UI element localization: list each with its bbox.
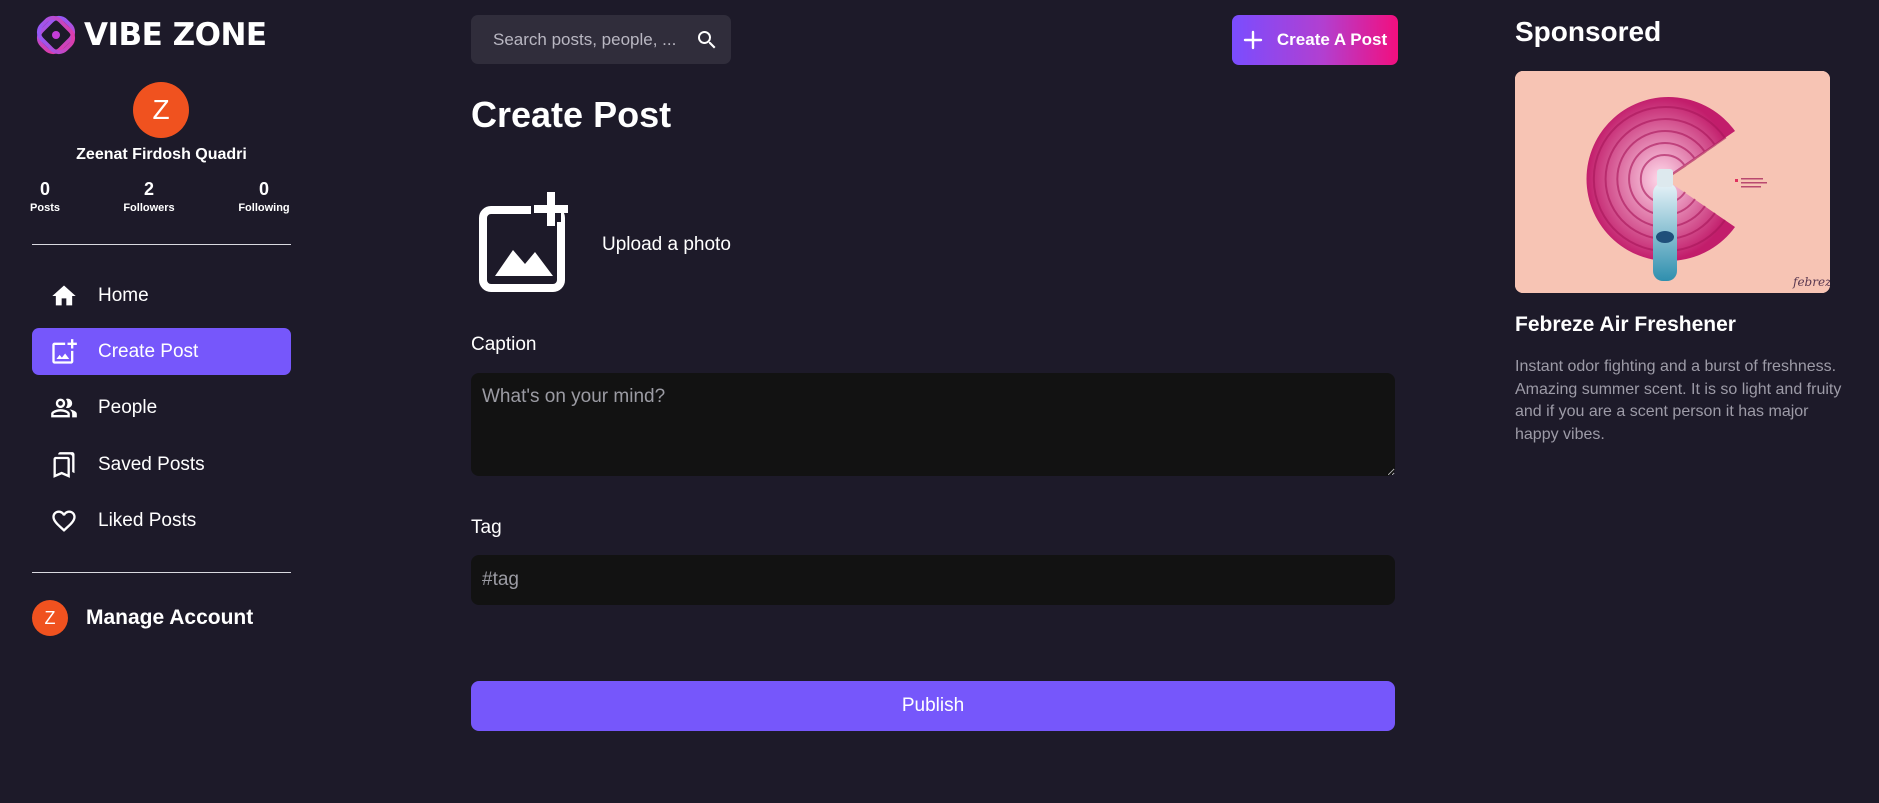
upload-photo-label: Upload a photo xyxy=(602,234,731,255)
manage-account-label: Manage Account xyxy=(86,606,254,629)
people-icon xyxy=(51,398,77,417)
stat-value: 2 xyxy=(143,179,154,199)
upload-photo-button[interactable]: Upload a photo xyxy=(471,186,731,294)
ad-title[interactable]: Febreze Air Freshener xyxy=(1515,313,1736,337)
create-a-post-button[interactable]: Create A Post xyxy=(1232,15,1398,65)
stat-followers[interactable]: 2 Followers xyxy=(114,178,184,216)
stat-label: Followers xyxy=(123,202,175,214)
heart-icon xyxy=(52,510,76,532)
sidebar-item-saved-posts[interactable]: Saved Posts xyxy=(32,441,291,488)
ad-image[interactable]: febreze xyxy=(1515,71,1830,293)
sidebar-divider xyxy=(32,244,291,245)
stat-following[interactable]: 0 Following xyxy=(229,178,299,216)
tag-field[interactable] xyxy=(471,555,1395,605)
caption-field[interactable] xyxy=(471,373,1395,476)
search-icon[interactable] xyxy=(695,28,719,52)
profile-avatar[interactable]: Z xyxy=(133,82,189,138)
caption-label: Caption xyxy=(471,334,537,355)
stat-label: Following xyxy=(238,202,290,214)
tag-label: Tag xyxy=(471,517,502,538)
ad-brand-mark: febreze xyxy=(1792,275,1830,289)
stat-value: 0 xyxy=(258,179,269,199)
sidebar-item-label: Saved Posts xyxy=(98,453,205,475)
page-title: Create Post xyxy=(471,94,672,135)
avatar: Z xyxy=(32,600,68,636)
sidebar-item-label: Create Post xyxy=(98,340,199,362)
ad-product-illustration: febreze xyxy=(1515,71,1830,293)
sidebar: VIBE ZONE Z Zeenat Firdosh Quadri 0 Post… xyxy=(30,0,291,803)
sidebar-divider xyxy=(32,572,291,573)
add-photo-icon xyxy=(479,192,568,292)
app-logo[interactable]: VIBE ZONE xyxy=(34,14,267,56)
manage-account-link[interactable]: Z Manage Account xyxy=(32,600,253,636)
plus-icon xyxy=(1243,30,1263,50)
sidebar-item-liked-posts[interactable]: Liked Posts xyxy=(32,497,291,544)
app-name: VIBE ZONE xyxy=(84,17,267,53)
profile-name: Zeenat Firdosh Quadri xyxy=(76,146,247,163)
publish-button[interactable]: Publish xyxy=(471,681,1395,731)
home-icon xyxy=(52,285,76,305)
sidebar-item-label: People xyxy=(98,396,158,418)
vibe-zone-logo-icon xyxy=(36,15,76,55)
sponsored-heading: Sponsored xyxy=(1515,16,1662,47)
ad-description: Instant odor fighting and a burst of fre… xyxy=(1515,358,1842,443)
search-bar xyxy=(471,15,731,64)
search-input[interactable] xyxy=(493,29,695,50)
bookmarks-icon xyxy=(53,451,75,478)
sidebar-item-label: Liked Posts xyxy=(98,509,197,531)
stat-posts: 0 Posts xyxy=(10,178,80,216)
stat-value: 0 xyxy=(39,179,50,199)
sidebar-item-label: Home xyxy=(98,284,149,306)
sidebar-item-home[interactable]: Home xyxy=(32,272,291,319)
create-a-post-label: Create A Post xyxy=(1276,30,1388,49)
add-photo-icon xyxy=(52,338,77,364)
sidebar-item-create-post[interactable]: Create Post xyxy=(32,328,291,375)
stat-label: Posts xyxy=(30,202,60,214)
sidebar-item-people[interactable]: People xyxy=(32,384,291,431)
